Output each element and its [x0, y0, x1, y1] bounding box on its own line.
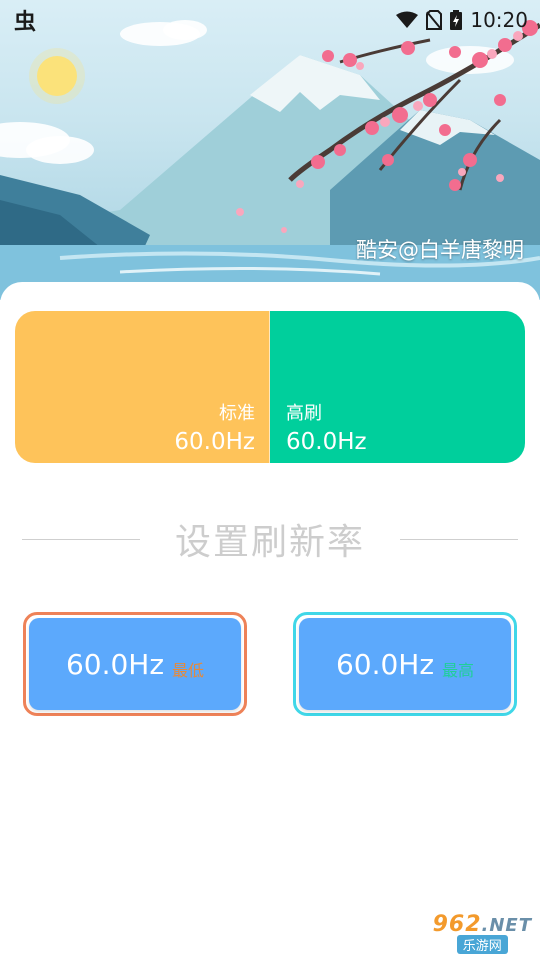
divider-left [22, 538, 140, 540]
watermark-logo: 962.NET [433, 912, 532, 937]
standard-mode-label: 标准 [219, 403, 255, 424]
illustration-credit: 酷安@白羊唐黎明 [356, 238, 524, 262]
max-refresh-rate-inner: 60.0Hz 最高 [299, 618, 511, 710]
watermark-subtitle: 乐游网 [456, 935, 508, 954]
no-sim-icon [426, 10, 443, 30]
high-refresh-mode-card[interactable]: 高刷 60.0Hz [270, 311, 525, 463]
notification-app-icon: 虫 [14, 10, 37, 35]
section-title: 设置刷新率 [174, 522, 365, 563]
standard-mode-card[interactable]: 标准 60.0Hz [15, 311, 270, 463]
standard-mode-value: 60.0Hz [174, 429, 255, 455]
section-header: 设置刷新率 [22, 514, 518, 564]
divider-right [399, 538, 518, 540]
app-screen: 虫 10:20 酷安@白羊唐黎明 标准 60.0Hz 高刷 60.0Hz 设置刷… [0, 0, 540, 960]
battery-charging-icon [450, 10, 463, 30]
status-icons: 10:20 [396, 8, 528, 32]
min-refresh-rate-inner: 60.0Hz 最低 [29, 618, 241, 710]
watermark-brand: 962 [432, 912, 482, 937]
min-refresh-rate-value: 60.0Hz [65, 647, 165, 681]
min-refresh-rate-button[interactable]: 60.0Hz 最低 [23, 612, 247, 716]
site-watermark: 962.NET 乐游网 [433, 912, 532, 954]
refresh-mode-panel: 标准 60.0Hz 高刷 60.0Hz [15, 311, 525, 463]
max-refresh-rate-button[interactable]: 60.0Hz 最高 [293, 612, 517, 716]
max-refresh-rate-tag: 最高 [442, 661, 475, 680]
main-content: 标准 60.0Hz 高刷 60.0Hz 设置刷新率 60.0Hz 最低 60.0… [0, 282, 540, 960]
max-refresh-rate-value: 60.0Hz [335, 647, 435, 681]
status-time: 10:20 [470, 8, 528, 32]
high-refresh-mode-label: 高刷 [286, 403, 322, 424]
status-bar: 虫 10:20 [0, 0, 540, 40]
watermark-suffix: .NET [481, 915, 532, 936]
wifi-icon [396, 11, 419, 29]
min-refresh-rate-tag: 最低 [172, 661, 205, 680]
high-refresh-mode-value: 60.0Hz [286, 429, 367, 455]
